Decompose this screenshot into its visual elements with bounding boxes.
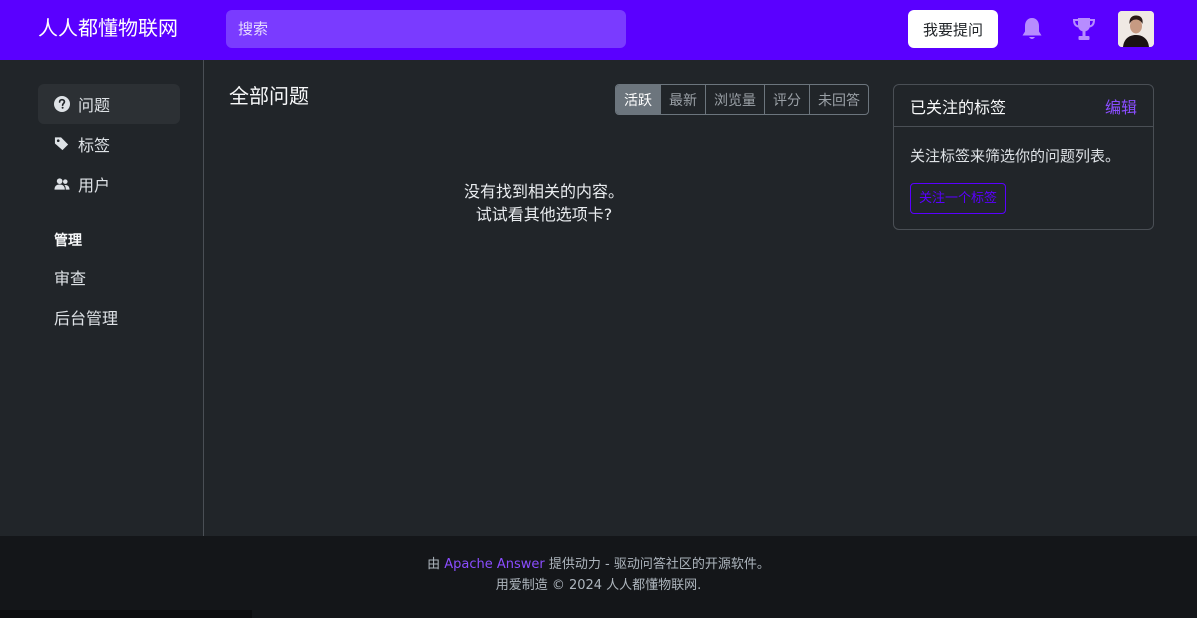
- card-title: 已关注的标签: [910, 97, 1007, 117]
- tab-newest[interactable]: 最新: [660, 85, 705, 114]
- sidebar-item-questions[interactable]: 问题: [38, 84, 180, 124]
- empty-state-line: 没有找到相关的内容。: [463, 182, 624, 201]
- edit-tags-link[interactable]: 编辑: [1105, 94, 1137, 118]
- tab-views[interactable]: 浏览量: [705, 85, 764, 114]
- sidebar-item-review[interactable]: 审查: [38, 257, 180, 297]
- empty-state: 没有找到相关的内容。 试试看其他选项卡?: [404, 180, 684, 226]
- sidebar-item-label: 审查: [54, 269, 87, 288]
- tab-score[interactable]: 评分: [764, 85, 809, 114]
- users-icon: [54, 176, 70, 192]
- question-circle-icon: [54, 96, 70, 112]
- footer-powered-by: 由 Apache Answer 提供动力 - 驱动问答社区的开源软件。: [0, 553, 1197, 572]
- empty-state-line: 试试看其他选项卡?: [475, 205, 613, 224]
- sidebar-item-tags[interactable]: 标签: [38, 124, 180, 164]
- followed-tags-card: 已关注的标签 编辑 关注标签来筛选你的问题列表。 关注一个标签: [893, 84, 1154, 230]
- card-header: 已关注的标签 编辑: [894, 85, 1153, 127]
- apache-answer-link[interactable]: Apache Answer: [444, 557, 545, 572]
- bell-icon[interactable]: [1018, 14, 1046, 44]
- horizontal-scrollbar[interactable]: [0, 610, 252, 618]
- trophy-icon[interactable]: [1070, 14, 1098, 44]
- card-description: 关注标签来筛选你的问题列表。: [910, 147, 1121, 165]
- sidebar-item-admin[interactable]: 后台管理: [38, 297, 180, 337]
- footer-prefix: 由: [427, 557, 441, 572]
- footer: 由 Apache Answer 提供动力 - 驱动问答社区的开源软件。 用爱制造…: [0, 536, 1197, 618]
- sidebar-item-label: 标签: [78, 136, 111, 155]
- page-title: 全部问题: [229, 84, 309, 108]
- card-body: 关注标签来筛选你的问题列表。 关注一个标签: [894, 127, 1153, 232]
- sidebar: 问题 标签 用户 管理 审查 后台管理: [0, 60, 204, 536]
- sidebar-item-users[interactable]: 用户: [38, 164, 180, 204]
- admin-section-title: 管理: [54, 233, 82, 249]
- sort-tabs: 活跃 最新 浏览量 评分 未回答: [615, 84, 869, 115]
- user-avatar[interactable]: [1118, 11, 1154, 47]
- footer-suffix: 提供动力 - 驱动问答社区的开源软件。: [548, 557, 770, 572]
- sidebar-item-label: 后台管理: [54, 309, 119, 328]
- sidebar-item-label: 问题: [78, 96, 111, 115]
- sidebar-item-label: 用户: [78, 176, 111, 195]
- tab-active[interactable]: 活跃: [616, 85, 660, 114]
- footer-copyright: 用爱制造 © 2024 人人都懂物联网.: [495, 578, 702, 593]
- tab-unanswered[interactable]: 未回答: [809, 85, 868, 114]
- top-navbar: 人人都懂物联网 我要提问: [0, 0, 1197, 60]
- follow-tag-button[interactable]: 关注一个标签: [910, 183, 1007, 214]
- tag-icon: [54, 136, 70, 152]
- search-input[interactable]: [226, 10, 626, 48]
- site-brand[interactable]: 人人都懂物联网: [38, 14, 178, 42]
- ask-question-button[interactable]: 我要提问: [908, 10, 998, 48]
